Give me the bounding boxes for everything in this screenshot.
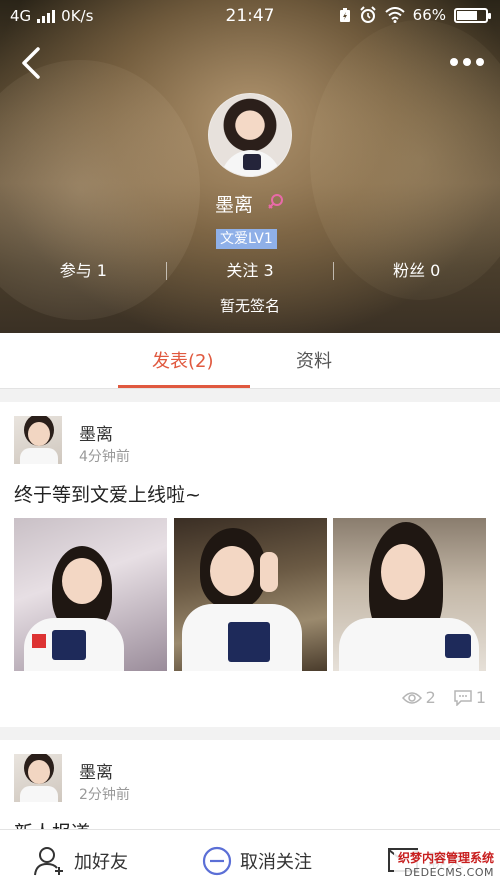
post-timestamp: 4分钟前 (79, 449, 130, 465)
photo-face (62, 558, 102, 604)
alarm-icon (359, 6, 376, 23)
post-author-name[interactable]: 墨离 (79, 420, 113, 445)
post-photo[interactable] (174, 518, 327, 671)
charging-icon (339, 8, 350, 22)
add-user-icon (34, 847, 63, 876)
stat-divider (166, 262, 167, 280)
level-badge: 文爱LV1 (216, 229, 277, 249)
minus-circle-icon (202, 846, 232, 876)
more-options-button[interactable] (450, 52, 486, 72)
tab-info[interactable]: 资料 (296, 347, 332, 373)
comment-icon (454, 689, 472, 706)
profile-tabs: 发表(2) 资料 (0, 333, 500, 389)
photo-hand (260, 552, 278, 592)
add-friend-label: 加好友 (74, 852, 128, 873)
photo-face (381, 544, 425, 600)
photo-shirt-logo (52, 630, 86, 660)
profile-name: 墨离 (214, 194, 253, 216)
post-author-name[interactable]: 墨离 (79, 758, 113, 783)
post-stats: 2 1 (401, 688, 486, 707)
chevron-left-icon (22, 47, 40, 79)
wifi-icon (384, 7, 405, 23)
add-friend-button[interactable]: 加好友 (34, 846, 128, 876)
more-dot-icon (463, 58, 471, 66)
avatar-body (20, 786, 58, 802)
active-tab-indicator (118, 385, 250, 388)
profile-name-row: 墨离 (0, 190, 500, 218)
profile-avatar[interactable] (208, 93, 292, 177)
post-card[interactable]: 墨离 4分钟前 终于等到文爱上线啦~ 2 1 (0, 402, 500, 727)
post-author-avatar[interactable] (14, 754, 62, 802)
stat-followers[interactable]: 粉丝 0 (333, 258, 500, 284)
photo-shirt-accent (32, 634, 46, 648)
photo-face (210, 546, 254, 596)
stat-divider (333, 262, 334, 280)
female-gender-icon (267, 193, 285, 218)
post-card[interactable]: 墨离 2分钟前 新人报道 (0, 740, 500, 840)
comment-count[interactable]: 1 (454, 688, 486, 707)
watermark-title: 织梦内容管理系统 (397, 851, 494, 865)
view-count-value: 2 (425, 688, 436, 707)
eye-icon (401, 691, 422, 704)
profile-signature: 暂无签名 (219, 297, 280, 315)
avatar-face (28, 422, 50, 446)
post-text: 终于等到文爱上线啦~ (14, 484, 201, 506)
avatar-body (20, 448, 58, 464)
photo-shirt-logo (445, 634, 471, 658)
photo-shirt-logo (228, 622, 270, 662)
site-watermark: 织梦内容管理系统 DEDECMS.COM (394, 850, 494, 884)
post-timestamp: 2分钟前 (79, 787, 130, 803)
stat-following[interactable]: 关注 3 (167, 258, 334, 284)
status-bar-right: 66% (339, 6, 491, 24)
post-photo[interactable] (14, 518, 167, 671)
avatar-shirt-logo (243, 154, 261, 170)
unfollow-label: 取消关注 (240, 852, 312, 873)
more-dot-icon (450, 58, 458, 66)
post-photo[interactable] (333, 518, 486, 671)
battery-icon (454, 7, 491, 23)
watermark-domain: DEDECMS.COM (404, 866, 494, 879)
more-dot-icon (476, 58, 484, 66)
unfollow-button[interactable]: 取消关注 (202, 846, 312, 876)
tab-posts[interactable]: 发表(2) (152, 347, 214, 373)
post-author-avatar[interactable] (14, 416, 62, 464)
profile-screen: 4G 0K/s 21:47 66% 墨离 文爱LV1 参与 1 关注 3 粉丝 (0, 0, 500, 889)
avatar-face (28, 760, 50, 784)
battery-percent: 66% (412, 6, 446, 24)
stat-participate[interactable]: 参与 1 (0, 258, 167, 284)
comment-count-value: 1 (475, 688, 486, 707)
back-button[interactable] (16, 46, 46, 80)
view-count: 2 (401, 688, 436, 707)
profile-stats: 参与 1 关注 3 粉丝 0 (0, 258, 500, 284)
status-bar: 4G 0K/s 21:47 66% (0, 0, 500, 32)
